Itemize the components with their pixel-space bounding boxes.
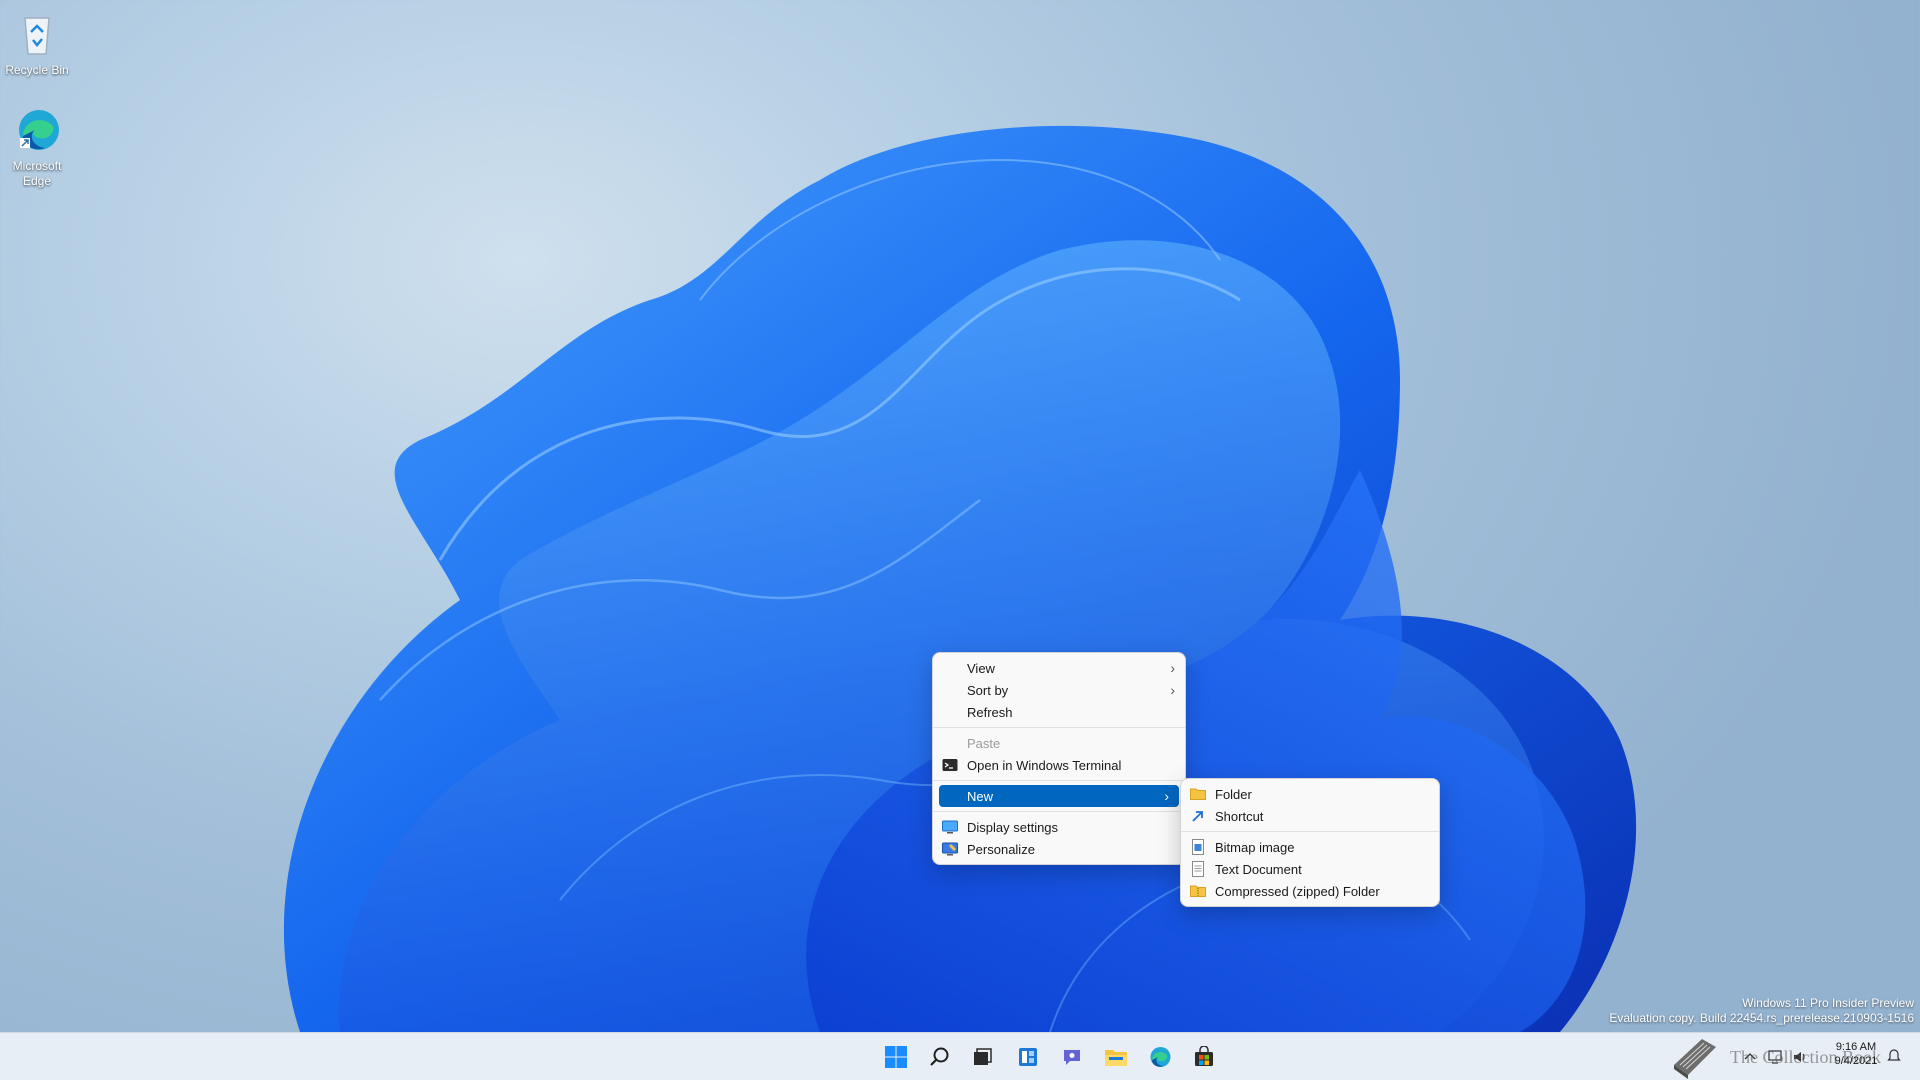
menu-item-view[interactable]: View › [933,657,1185,679]
menu-item-sort-by[interactable]: Sort by › [933,679,1185,701]
display-icon [942,819,958,835]
desktop-icon-label: Recycle Bin [5,63,69,77]
terminal-icon [942,757,958,773]
menu-separator [933,727,1185,728]
desktop-icon-recycle-bin[interactable]: Recycle Bin [0,8,74,78]
chevron-right-icon: › [1170,660,1175,676]
wallpaper-bloom [283,125,1637,1032]
desktop-context-menu: View › Sort by › Refresh Paste Open in W… [932,652,1186,865]
folder-icon [1190,786,1206,802]
zip-folder-icon [1190,883,1206,899]
clock-time: 9:16 AM [1835,1041,1877,1053]
submenu-item-zip-folder[interactable]: Compressed (zipped) Folder [1181,880,1439,902]
store-button[interactable] [1188,1041,1220,1073]
start-button[interactable] [880,1041,912,1073]
task-view-icon [974,1048,992,1065]
menu-item-refresh[interactable]: Refresh [933,701,1185,723]
menu-item-new[interactable]: New › [939,785,1179,807]
edge-icon [11,104,63,156]
clock-date: 9/4/2021 [1834,1055,1878,1067]
recycle-bin-icon [11,8,63,60]
notification-icon [1887,1049,1901,1061]
notification-button[interactable] [1886,1048,1902,1064]
desktop-icon-edge[interactable]: Microsoft Edge [0,104,74,189]
bitmap-icon [1190,839,1206,855]
file-explorer-icon [1105,1050,1127,1066]
search-icon [930,1047,949,1066]
file-explorer-button[interactable] [1100,1041,1132,1073]
search-button[interactable] [924,1041,956,1073]
menu-separator [933,780,1185,781]
submenu-item-bitmap[interactable]: Bitmap image [1181,836,1439,858]
widgets-icon [1019,1048,1037,1066]
submenu-item-shortcut[interactable]: Shortcut [1181,805,1439,827]
menu-item-display-settings[interactable]: Display settings [933,816,1185,838]
chat-icon [1064,1050,1080,1065]
menu-item-personalize[interactable]: Personalize [933,838,1185,860]
text-document-icon [1190,861,1206,877]
chevron-right-icon: › [1164,788,1169,804]
desktop-icon-label: Microsoft Edge [12,159,62,188]
evaluation-watermark: Windows 11 Pro Insider Preview Evaluatio… [1609,996,1914,1026]
menu-separator [1181,831,1439,832]
shortcut-icon [1190,808,1206,824]
store-icon [1195,1046,1213,1066]
book-watermark-icon [1668,1035,1720,1079]
taskbar: The Collection Book [0,1032,1920,1080]
task-view-button[interactable] [966,1041,998,1073]
menu-separator [933,811,1185,812]
watermark-line-2: Evaluation copy. Build 22454.rs_prerelea… [1609,1011,1914,1025]
edge-icon [1150,1047,1171,1067]
watermark-line-1: Windows 11 Pro Insider Preview [1742,996,1914,1010]
edge-taskbar-button[interactable] [1144,1041,1176,1073]
widgets-button[interactable] [1012,1041,1044,1073]
personalize-icon [942,841,958,857]
menu-item-paste: Paste [967,735,1001,751]
chat-button[interactable] [1056,1041,1088,1073]
submenu-item-folder[interactable]: Folder [1181,783,1439,805]
chevron-right-icon: › [1170,682,1175,698]
taskbar-clock[interactable]: 9:16 AM 9/4/2021 [1816,1040,1896,1068]
start-icon [885,1046,907,1068]
submenu-item-text-document[interactable]: Text Document [1181,858,1439,880]
menu-item-open-terminal[interactable]: Open in Windows Terminal [933,754,1185,776]
new-submenu: Folder Shortcut Bitmap image Text Docume… [1180,778,1440,907]
